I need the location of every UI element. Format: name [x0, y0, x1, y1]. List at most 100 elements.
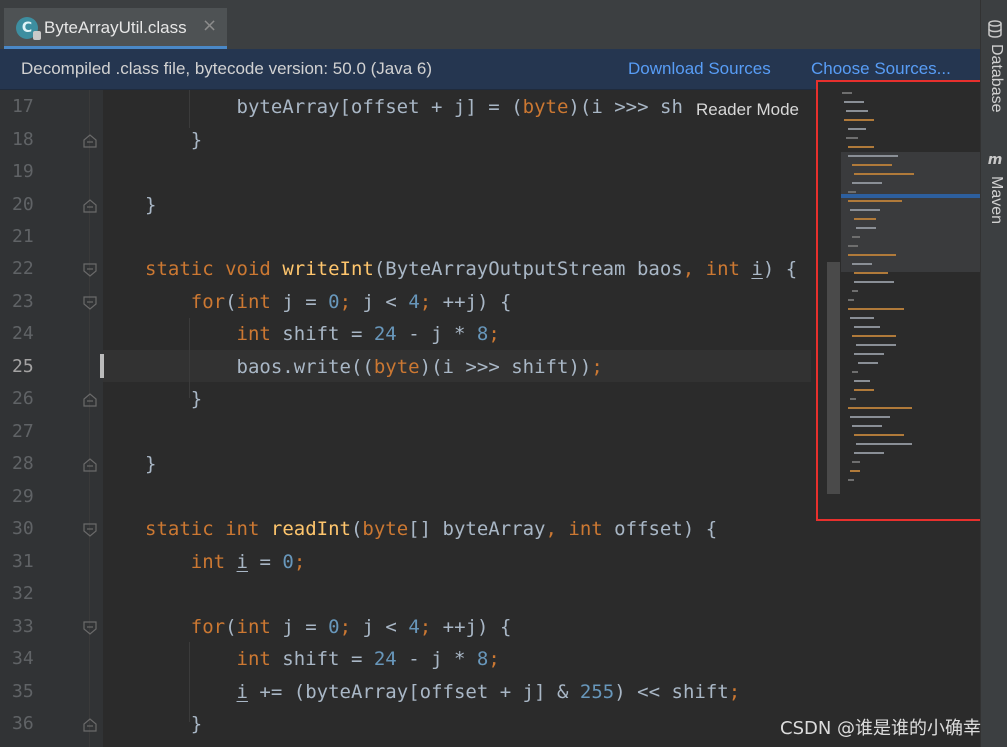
- code-number: 8: [476, 648, 489, 670]
- code-punctuation: {: [499, 616, 512, 638]
- tab-bytearrayutil-class[interactable]: C ByteArrayUtil.class ×: [4, 8, 227, 49]
- fold-end-icon[interactable]: [83, 393, 97, 407]
- minimap-code-line: [848, 128, 866, 130]
- code-punctuation: =: [488, 96, 500, 118]
- fold-start-icon[interactable]: [83, 263, 97, 277]
- code-punctuation: }: [190, 129, 203, 151]
- fold-end-icon[interactable]: [83, 718, 97, 732]
- line-number: 21: [12, 226, 34, 247]
- minimap-code-line: [848, 254, 896, 256]
- code-punctuation: *: [454, 648, 466, 670]
- code-line[interactable]: i += (byteArray[offset + j] & 255) << sh…: [145, 676, 741, 708]
- minimap-code-line: [852, 290, 858, 292]
- minimap-code-line: [848, 299, 854, 301]
- fold-start-icon[interactable]: [83, 523, 97, 537]
- code-line[interactable]: int shift = 24 - j * 8;: [145, 643, 500, 675]
- code-punctuation: >: [488, 356, 500, 378]
- minimap-code-line: [854, 272, 888, 274]
- fold-start-icon[interactable]: [83, 621, 97, 635]
- code-number: 255: [579, 681, 615, 703]
- code-line[interactable]: }: [145, 124, 202, 156]
- code-keyword: int: [568, 518, 603, 540]
- code-number: 4: [408, 616, 420, 638]
- database-tool-button[interactable]: Database: [983, 18, 1007, 128]
- code-punctuation: ;: [293, 551, 306, 573]
- code-identifier: baos: [636, 258, 683, 280]
- code-punctuation: <: [385, 291, 397, 313]
- code-number: 24: [373, 323, 397, 345]
- fold-end-icon[interactable]: [83, 134, 97, 148]
- code-punctuation: (: [362, 356, 374, 378]
- code-identifier: offset: [614, 518, 683, 540]
- code-method-name: readInt: [270, 518, 351, 540]
- line-number: 35: [12, 681, 34, 702]
- code-punctuation: (: [511, 96, 523, 118]
- code-line[interactable]: byteArray[offset + j] = (byte)(i >>> sh: [145, 91, 683, 123]
- code-line[interactable]: }: [145, 448, 156, 480]
- code-line[interactable]: int i = 0;: [145, 546, 306, 578]
- close-icon[interactable]: ×: [202, 15, 217, 36]
- line-number: 31: [12, 551, 34, 572]
- code-line[interactable]: for(int j = 0; j < 4; ++j) {: [145, 286, 512, 318]
- minimap-code-line: [850, 398, 856, 400]
- line-number: 32: [12, 583, 34, 604]
- code-punctuation: (: [350, 356, 363, 378]
- code-punctuation: ;: [488, 648, 500, 670]
- code-minimap[interactable]: [818, 82, 980, 522]
- fold-start-icon[interactable]: [83, 296, 97, 310]
- fold-end-icon[interactable]: [83, 199, 97, 213]
- minimap-code-line: [854, 326, 880, 328]
- code-punctuation: +: [442, 291, 455, 313]
- download-sources-link[interactable]: Download Sources: [628, 59, 771, 79]
- code-punctuation: =: [350, 323, 363, 345]
- code-line[interactable]: int shift = 24 - j * 8;: [145, 318, 500, 350]
- code-line[interactable]: }: [145, 383, 202, 415]
- code-method-name: writeInt: [282, 258, 374, 280]
- code-line[interactable]: for(int j = 0; j < 4; ++j) {: [145, 611, 512, 643]
- database-label: Database: [988, 44, 1005, 113]
- code-line[interactable]: }: [145, 708, 202, 740]
- code-punctuation: ,: [682, 258, 695, 280]
- choose-sources-link[interactable]: Choose Sources...: [811, 59, 951, 79]
- fold-end-icon[interactable]: [83, 458, 97, 472]
- code-punctuation: ;: [419, 291, 432, 313]
- code-line[interactable]: }: [145, 189, 156, 221]
- code-identifier: byteArray: [236, 96, 340, 118]
- code-punctuation: >: [614, 96, 626, 118]
- code-punctuation: =: [305, 291, 317, 313]
- minimap-code-line: [852, 461, 860, 463]
- code-keyword: int: [236, 323, 271, 345]
- code-punctuation: ): [762, 258, 775, 280]
- reader-mode-button[interactable]: Reader Mode: [696, 100, 799, 120]
- code-punctuation: ]: [465, 96, 477, 118]
- minimap-code-line: [854, 389, 874, 391]
- code-line[interactable]: static void writeInt(ByteArrayOutputStre…: [145, 253, 797, 285]
- minimap-code-line: [844, 119, 874, 121]
- minimap-code-line: [856, 443, 912, 445]
- code-line[interactable]: static int readInt(byte[] byteArray, int…: [145, 513, 717, 545]
- code-punctuation: -: [408, 648, 420, 670]
- code-line[interactable]: baos.write((byte)(i >>> shift));: [145, 351, 603, 383]
- code-punctuation: [: [339, 96, 351, 118]
- minimap-code-line: [852, 425, 882, 427]
- minimap-code-line: [856, 227, 876, 229]
- maven-tool-button[interactable]: m Maven: [983, 150, 1007, 240]
